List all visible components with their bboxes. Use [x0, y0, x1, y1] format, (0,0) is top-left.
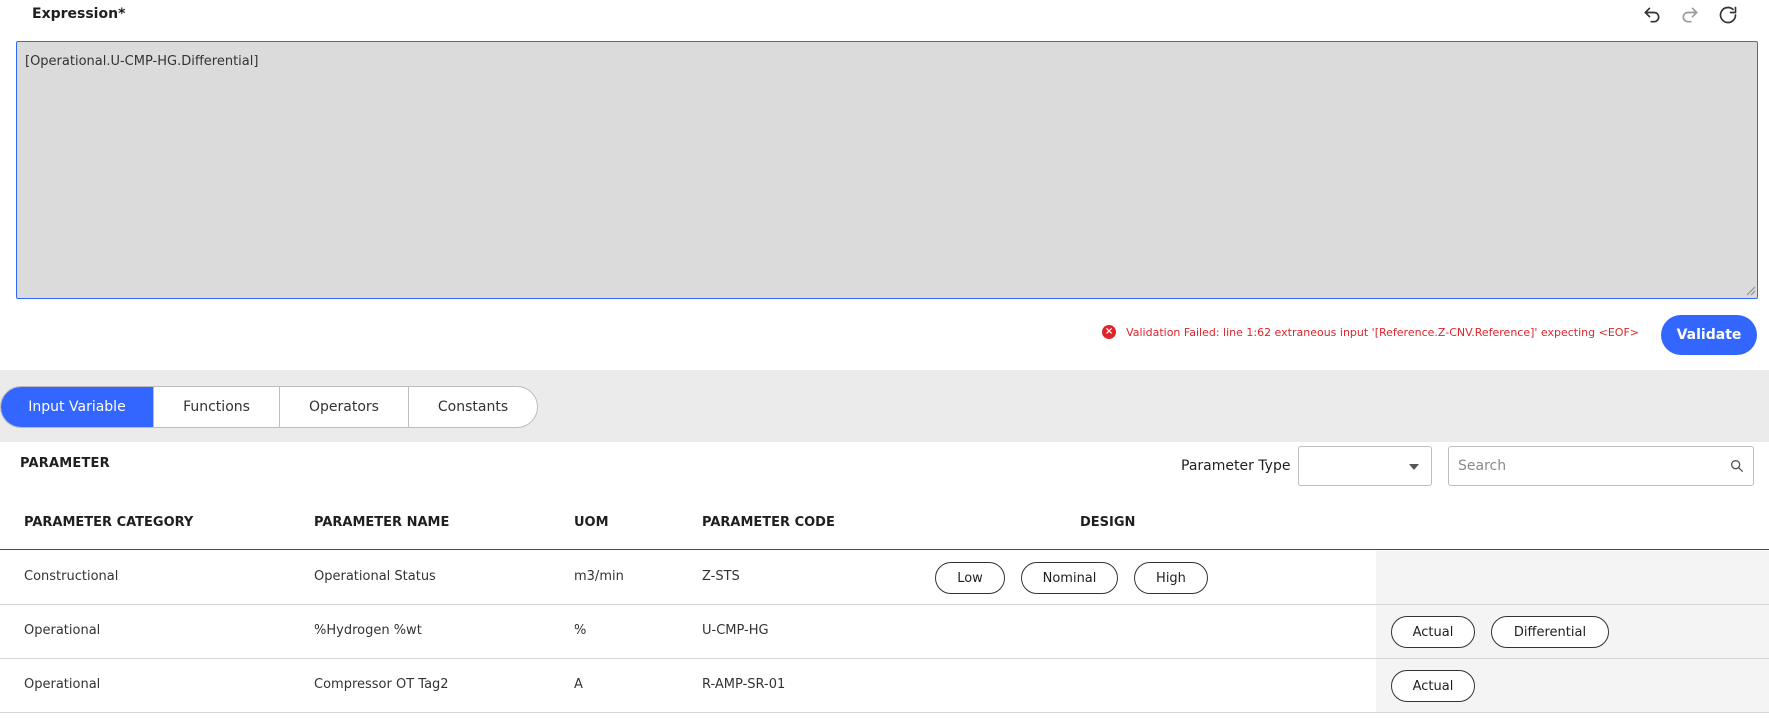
row-category: Operational: [24, 623, 101, 638]
tab-constants[interactable]: Constants: [409, 387, 537, 427]
redo-icon: [1682, 7, 1698, 23]
value-actual-button[interactable]: Actual: [1391, 616, 1475, 648]
value-actual-button[interactable]: Actual: [1391, 670, 1475, 702]
expression-title: Expression*: [32, 6, 126, 22]
header-design[interactable]: DESIGN: [1080, 515, 1135, 530]
redo-button[interactable]: [1679, 4, 1701, 26]
row-code: R-AMP-SR-01: [702, 677, 786, 692]
parameter-panel: PARAMETER Parameter Type PARAMETER CATEG…: [0, 442, 1769, 718]
undo-button[interactable]: [1641, 4, 1663, 26]
expression-panel: Expression* [Operational.U-CMP-HG.Differ…: [0, 0, 1769, 370]
search-box: [1448, 446, 1754, 486]
parameter-title: PARAMETER: [20, 456, 110, 471]
tabs-band: Input Variable Functions Operators Const…: [0, 370, 1769, 442]
table-row[interactable]: Operational Compressor OT Tag2 A R-AMP-S…: [0, 659, 1769, 713]
table-row[interactable]: Operational %Hydrogen %wt % U-CMP-HG Act…: [0, 605, 1769, 659]
row-name: %Hydrogen %wt: [314, 623, 422, 638]
row-uom: %: [574, 623, 587, 638]
row-name: Operational Status: [314, 569, 436, 584]
history-controls: [1641, 4, 1739, 26]
header-parameter-name[interactable]: PARAMETER NAME: [314, 515, 449, 530]
refresh-button[interactable]: [1717, 4, 1739, 26]
design-nominal-button[interactable]: Nominal: [1021, 562, 1118, 594]
validate-button[interactable]: Validate: [1661, 315, 1757, 355]
expression-editor[interactable]: [Operational.U-CMP-HG.Differential]: [16, 41, 1758, 299]
undo-icon: [1644, 7, 1660, 23]
row-code: Z-STS: [702, 569, 740, 584]
row-category: Constructional: [24, 569, 119, 584]
design-high-button[interactable]: High: [1134, 562, 1208, 594]
header-uom[interactable]: UOM: [574, 515, 609, 530]
tab-functions[interactable]: Functions: [154, 387, 280, 427]
resize-grip-icon[interactable]: [1746, 286, 1756, 296]
error-icon: ×: [1102, 325, 1117, 339]
table-header: PARAMETER CATEGORY PARAMETER NAME UOM PA…: [0, 502, 1769, 550]
value-column-cell: [1376, 551, 1769, 604]
header-parameter-category[interactable]: PARAMETER CATEGORY: [24, 515, 193, 530]
tab-input-variable[interactable]: Input Variable: [1, 387, 154, 427]
parameter-type-label: Parameter Type: [1181, 458, 1291, 474]
row-code: U-CMP-HG: [702, 623, 769, 638]
search-input[interactable]: [1449, 447, 1719, 485]
chevron-down-icon: [1409, 464, 1419, 470]
design-low-button[interactable]: Low: [935, 562, 1005, 594]
row-uom: A: [574, 677, 583, 692]
parameter-type-select[interactable]: [1298, 446, 1432, 486]
validation-error: × Validation Failed: line 1:62 extraneou…: [1102, 325, 1639, 339]
row-name: Compressor OT Tag2: [314, 677, 449, 692]
tab-bar: Input Variable Functions Operators Const…: [0, 386, 538, 428]
validation-message: Validation Failed: line 1:62 extraneous …: [1126, 325, 1639, 339]
refresh-icon: [1719, 6, 1737, 24]
row-category: Operational: [24, 677, 101, 692]
header-parameter-code[interactable]: PARAMETER CODE: [702, 515, 835, 530]
row-uom: m3/min: [574, 569, 624, 584]
search-icon[interactable]: [1729, 458, 1745, 474]
value-differential-button[interactable]: Differential: [1491, 616, 1609, 648]
tab-operators[interactable]: Operators: [280, 387, 409, 427]
table-row[interactable]: Constructional Operational Status m3/min…: [0, 551, 1769, 605]
